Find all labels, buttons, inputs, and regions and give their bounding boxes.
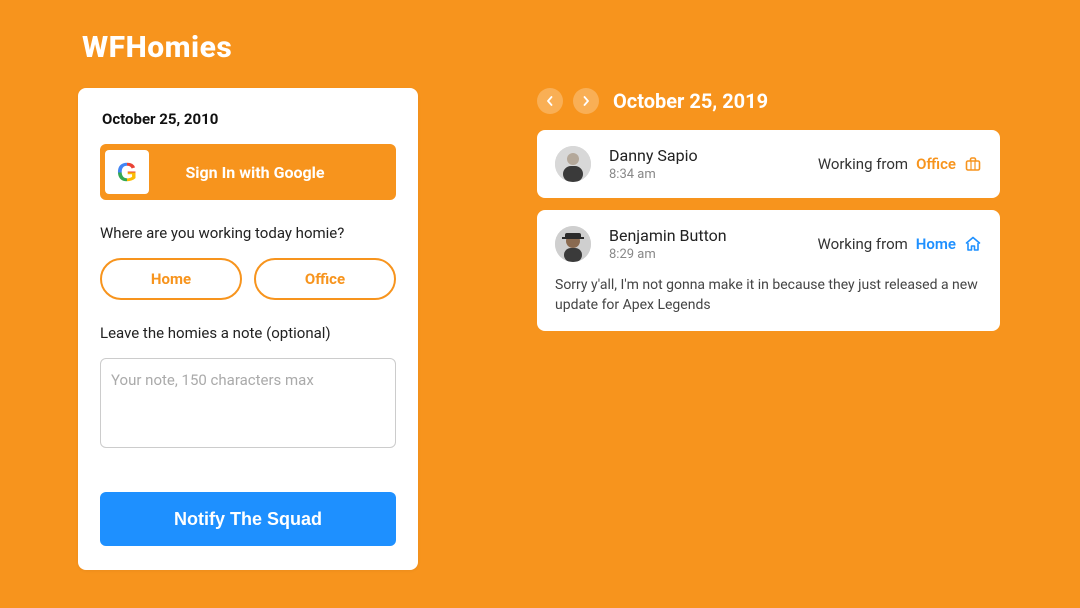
status-location-prefix: Working from <box>818 155 908 173</box>
briefcase-icon <box>964 155 982 173</box>
feed-date: October 25, 2019 <box>613 89 768 113</box>
status-card: Benjamin Button 8:29 am Working from Hom… <box>537 210 1000 331</box>
status-time: 8:34 am <box>609 167 698 182</box>
status-location: Working from Home <box>818 235 982 253</box>
google-signin-label: Sign In with Google <box>149 163 391 182</box>
status-location: Working from Office <box>818 155 982 173</box>
date-header: October 25, 2019 <box>537 88 768 114</box>
option-office[interactable]: Office <box>254 258 396 300</box>
card-date: October 25, 2010 <box>102 110 396 128</box>
note-input[interactable] <box>100 358 396 448</box>
avatar <box>555 226 591 262</box>
next-day-button[interactable] <box>573 88 599 114</box>
location-options: Home Office <box>100 258 396 300</box>
status-location-value: Office <box>916 155 956 173</box>
status-entry-card: October 25, 2010 G Sign In with Google W… <box>78 88 418 570</box>
google-signin-button[interactable]: G Sign In with Google <box>100 144 396 200</box>
chevron-right-icon <box>581 96 591 106</box>
google-icon: G <box>105 150 149 194</box>
status-time: 8:29 am <box>609 247 727 262</box>
status-location-prefix: Working from <box>818 235 908 253</box>
status-card: Danny Sapio 8:34 am Working from Office <box>537 130 1000 198</box>
note-label: Leave the homies a note (optional) <box>100 324 396 342</box>
status-name: Benjamin Button <box>609 226 727 245</box>
prev-day-button[interactable] <box>537 88 563 114</box>
avatar <box>555 146 591 182</box>
notify-button[interactable]: Notify The Squad <box>100 492 396 546</box>
home-icon <box>964 235 982 253</box>
working-question: Where are you working today homie? <box>100 224 396 242</box>
status-feed: Danny Sapio 8:34 am Working from Office … <box>537 130 1000 331</box>
chevron-left-icon <box>545 96 555 106</box>
status-name: Danny Sapio <box>609 146 698 165</box>
status-location-value: Home <box>916 235 956 253</box>
status-note: Sorry y'all, I'm not gonna make it in be… <box>555 276 982 315</box>
option-home[interactable]: Home <box>100 258 242 300</box>
app-title: WFHomies <box>82 30 232 65</box>
